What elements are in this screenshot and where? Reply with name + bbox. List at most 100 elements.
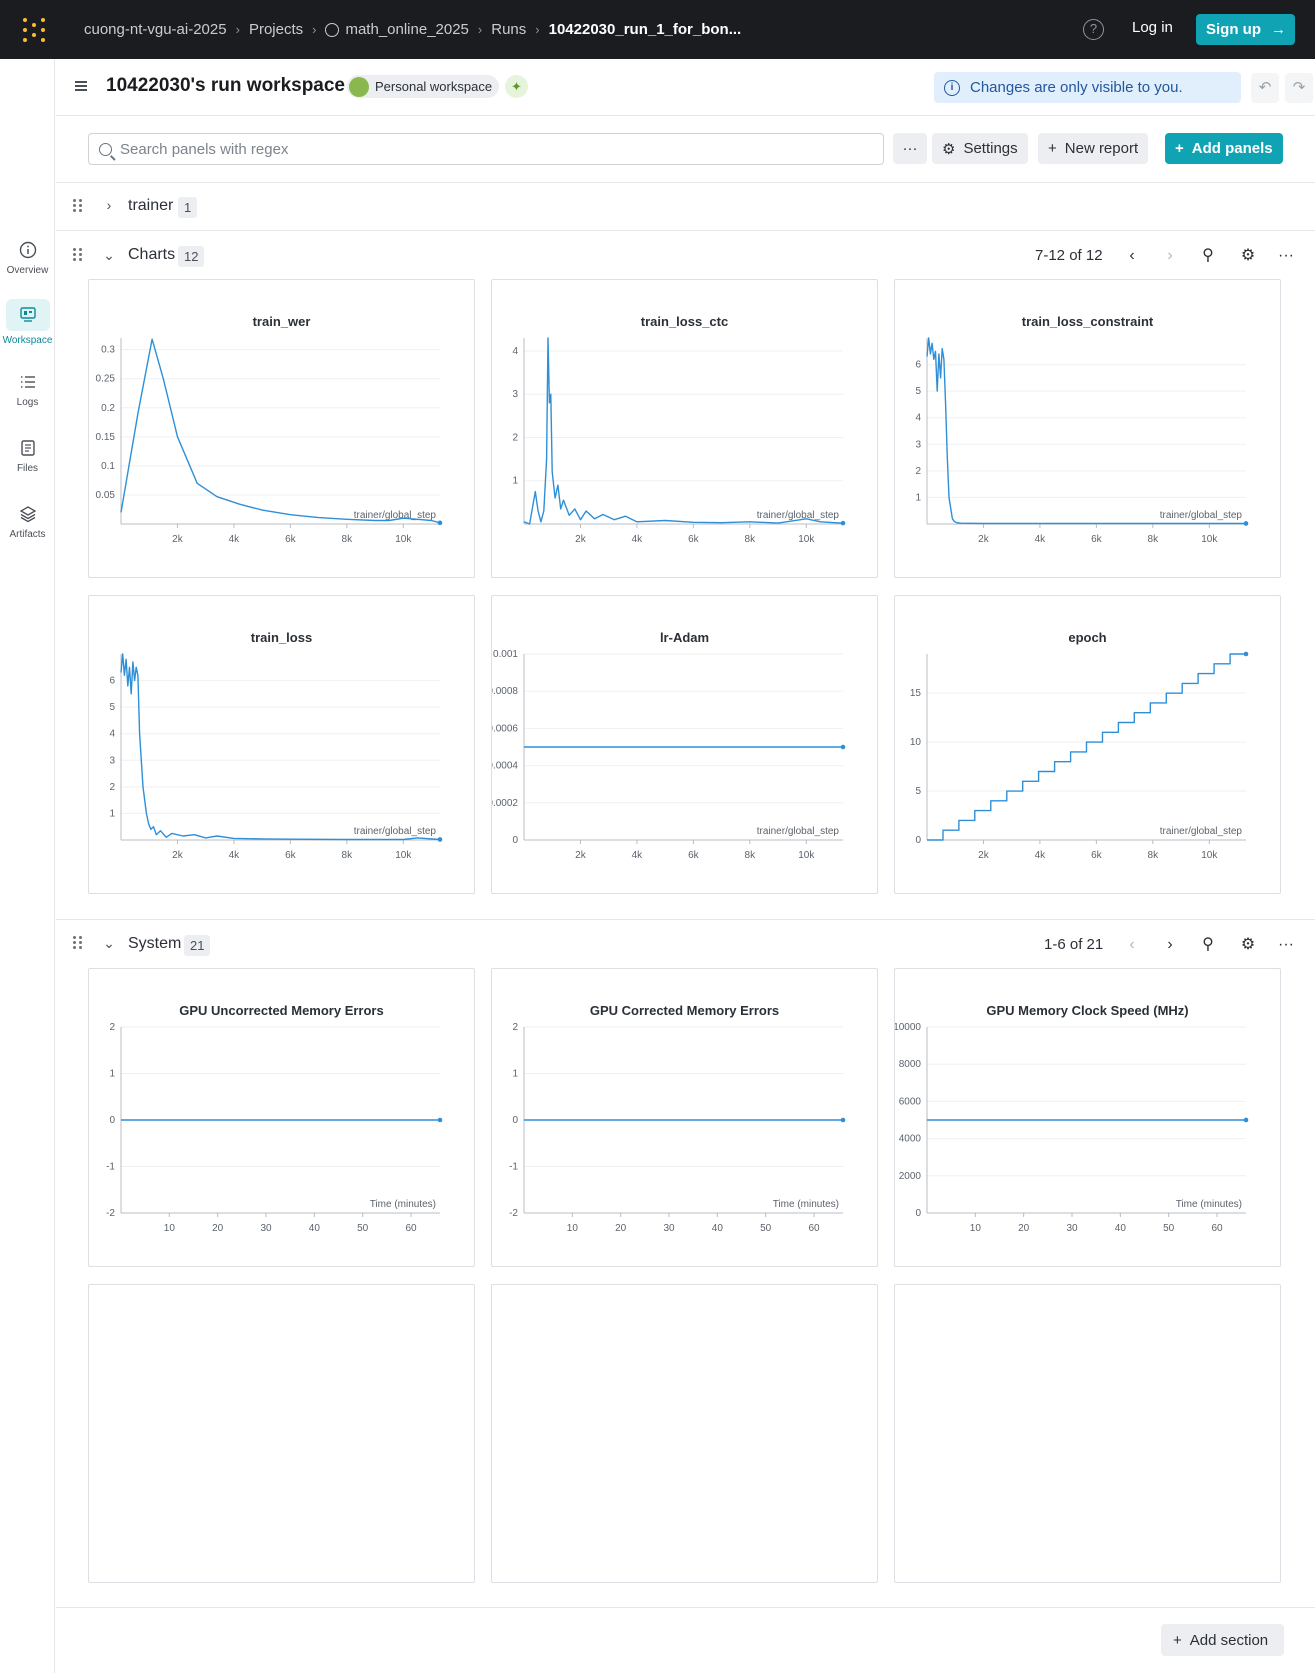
sparkle-icon[interactable]: ✦ [505, 75, 528, 98]
chart-panel[interactable]: GPU Uncorrected Memory Errors -2 -1 0 1 2 10 20… [88, 968, 475, 1267]
rail-item-files[interactable]: Files [0, 437, 55, 474]
section-trainer[interactable]: › trainer 1 [56, 183, 1315, 231]
drag-handle-icon[interactable] [73, 248, 83, 262]
more-options-icon[interactable]: ··· [1276, 935, 1296, 955]
section-system[interactable]: ⌄ System 21 1-6 of 21 ‹ › ⚲ ⚙ ··· [56, 920, 1315, 968]
empty-panel[interactable] [88, 1284, 475, 1583]
notice-text: Changes are only visible to you. [970, 79, 1183, 96]
settings-button[interactable]: ⚙ Settings [932, 133, 1028, 164]
y-tick-label: 0 [512, 1115, 518, 1126]
x-tick-label: 6k [285, 850, 297, 861]
y-tick-label: 3 [109, 755, 115, 766]
x-tick-label: 10k [798, 850, 815, 861]
undo-button[interactable]: ↶ [1251, 73, 1279, 103]
more-options-button[interactable]: ··· [893, 133, 927, 164]
arrow-right-icon: → [1271, 21, 1286, 38]
new-report-button[interactable]: + New report [1038, 133, 1149, 164]
rail-label: Workspace [2, 335, 53, 346]
pin-icon[interactable]: ⚲ [1198, 246, 1218, 266]
empty-panel[interactable] [491, 1284, 878, 1583]
x-tick-label: 4k [632, 850, 644, 861]
gear-icon[interactable]: ⚙ [1238, 935, 1258, 955]
x-tick-label: 30 [1066, 1223, 1078, 1234]
gear-icon[interactable]: ⚙ [1238, 246, 1258, 266]
x-axis-label: trainer/global_step [1160, 826, 1243, 837]
chevron-right-icon[interactable]: › [102, 198, 116, 212]
search-input[interactable] [120, 140, 860, 158]
y-tick-label: 15 [910, 688, 922, 699]
chart-svg: -2 -1 0 1 2 10 20 30 40 50 60 Time (minutes) [106, 1022, 443, 1234]
chevron-right-icon[interactable]: › [1160, 246, 1180, 266]
rail-item-artifacts[interactable]: Artifacts [0, 503, 55, 540]
y-tick-label: 2 [512, 432, 518, 443]
chart-panel[interactable]: epoch 0 5 10 15 2k 4k 6k 8k 10k trainer/global_ste… [894, 595, 1281, 894]
section-name: trainer [128, 197, 174, 214]
chart-panel[interactable]: train_wer 0.05 0.1 0.15 0.2 0.25 0.3 2k 4k 6k 8k 10… [88, 279, 475, 578]
wandb-logo[interactable] [21, 17, 47, 43]
x-axis-label: Time (minutes) [773, 1199, 839, 1210]
rail-item-logs[interactable]: Logs [0, 371, 55, 408]
chevron-down-icon[interactable]: ⌄ [102, 248, 116, 262]
gear-icon: ⚙ [942, 140, 956, 158]
breadcrumb-runs[interactable]: Runs [491, 21, 526, 38]
x-tick-label: 6k [1091, 534, 1103, 545]
chart-panel[interactable]: train_loss 1 2 3 4 5 6 2k 4k 6k 8k 10k trainer/globa… [88, 595, 475, 894]
breadcrumb-entity[interactable]: cuong-nt-vgu-ai-2025 [84, 21, 227, 38]
x-tick-label: 30 [260, 1223, 272, 1234]
rail-item-workspace[interactable]: Workspace [0, 299, 55, 346]
y-tick-label: -1 [509, 1162, 518, 1173]
redo-button[interactable]: ↷ [1285, 73, 1313, 103]
y-tick-label: 0.0004 [492, 761, 518, 772]
y-tick-label: 5 [915, 386, 921, 397]
drag-handle-icon[interactable] [73, 199, 83, 213]
add-panels-button[interactable]: + Add panels [1165, 133, 1283, 164]
x-tick-label: 10 [970, 1223, 982, 1234]
chart-svg: 0 5 10 15 2k 4k 6k 8k 10k trainer/global_step [910, 651, 1249, 861]
chart-panel[interactable]: GPU Corrected Memory Errors -2 -1 0 1 2 10 20 30… [491, 968, 878, 1267]
search-box [88, 133, 884, 165]
x-tick-label: 6k [688, 850, 700, 861]
y-tick-label: 4000 [899, 1134, 922, 1145]
chevron-left-icon[interactable]: ‹ [1122, 935, 1142, 955]
login-button[interactable]: Log in [1132, 19, 1173, 36]
x-tick-label: 20 [1018, 1223, 1030, 1234]
chart-panel[interactable]: GPU Memory Clock Speed (MHz) 0 2000 4000 600… [894, 968, 1281, 1267]
x-tick-label: 40 [309, 1223, 321, 1234]
more-options-icon[interactable]: ··· [1276, 246, 1296, 266]
section-charts[interactable]: ⌄ Charts 12 7-12 of 12 ‹ › ⚲ ⚙ ··· [56, 231, 1315, 279]
series-line [120, 653, 441, 841]
avatar [349, 76, 369, 97]
chart-svg: -2 -1 0 1 2 10 20 30 40 50 60 Time (minutes) [509, 1022, 846, 1234]
chevron-right-icon[interactable]: › [1160, 935, 1180, 955]
chart-panel[interactable]: train_loss_ctc 1 2 3 4 2k 4k 6k 8k 10k trainer/glo… [491, 279, 878, 578]
menu-icon[interactable] [75, 81, 87, 91]
series-endpoint [1243, 521, 1249, 526]
rail-item-overview[interactable]: Overview [0, 239, 55, 276]
y-tick-label: 0.0006 [492, 723, 518, 734]
breadcrumb-project[interactable]: math_online_2025 [345, 21, 468, 38]
chevron-left-icon[interactable]: ‹ [1122, 246, 1142, 266]
chevron-down-icon[interactable]: ⌄ [102, 936, 116, 950]
panel-toolbar: ··· ⚙ Settings + New report + Add panels [56, 116, 1315, 183]
add-section-button[interactable]: + Add section [1161, 1624, 1284, 1656]
breadcrumb-run[interactable]: 10422030_run_1_for_bon... [549, 21, 742, 38]
y-tick-label: 2000 [899, 1171, 922, 1182]
chart-panel[interactable]: train_loss_constraint 1 2 3 4 5 6 2k 4k 6k 8k 10k tr… [894, 279, 1281, 578]
workspace-badge-label: Personal workspace [375, 79, 493, 94]
y-tick-label: 0.15 [96, 432, 116, 443]
series-endpoint [437, 837, 443, 842]
empty-panel[interactable] [894, 1284, 1281, 1583]
help-icon[interactable]: ? [1083, 19, 1104, 40]
search-icon [99, 142, 112, 156]
workspace-badge[interactable]: Personal workspace [347, 75, 500, 98]
drag-handle-icon[interactable] [73, 936, 83, 950]
y-tick-label: 0.2 [101, 403, 115, 414]
pin-icon[interactable]: ⚲ [1198, 935, 1218, 955]
y-tick-label: 0.0008 [492, 686, 518, 697]
x-tick-label: 10k [1201, 534, 1218, 545]
breadcrumb-projects[interactable]: Projects [249, 21, 303, 38]
chart-panel[interactable]: lr-Adam00.00020.00040.00060.00080.0012k4… [491, 595, 878, 894]
settings-label: Settings [963, 140, 1018, 157]
signup-button[interactable]: Sign up → [1196, 14, 1295, 45]
pagination-label: 1-6 of 21 [1044, 936, 1104, 953]
